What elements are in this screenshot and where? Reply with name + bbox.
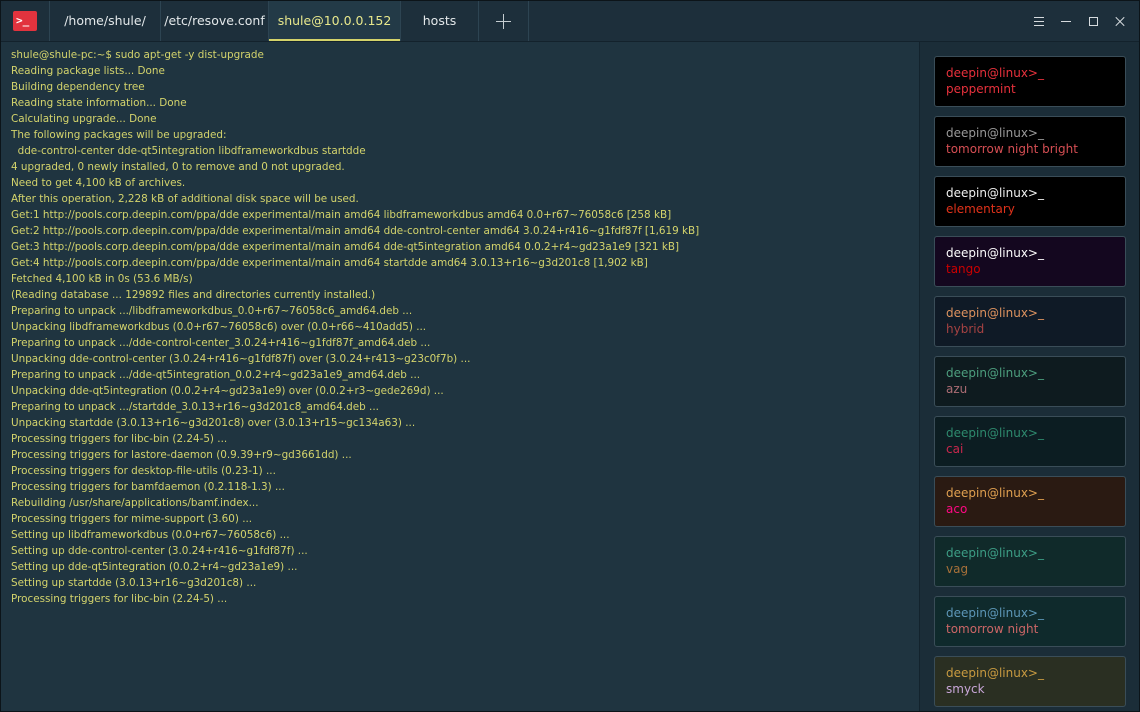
terminal-line: Setting up startdde (3.0.13+r16~g3d201c8…: [11, 577, 257, 589]
theme-card-hybrid[interactable]: deepin@linux>_hybrid: [934, 296, 1126, 347]
terminal-line: dde-control-center dde-qt5integration li…: [11, 145, 366, 157]
terminal-line: Get:4 http://pools.corp.deepin.com/ppa/d…: [11, 257, 648, 269]
terminal-line: Fetched 4,100 kB in 0s (53.6 MB/s): [11, 273, 193, 285]
terminal-line: Need to get 4,100 kB of archives.: [11, 177, 186, 189]
theme-card-tango[interactable]: deepin@linux>_tango: [934, 236, 1126, 287]
terminal-output[interactable]: shule@shule-pc:~$ sudo apt-get -y dist-u…: [1, 42, 919, 711]
terminal-line: Processing triggers for libc-bin (2.24-5…: [11, 593, 228, 605]
terminal-line: Unpacking libdframeworkdbus (0.0+r67~760…: [11, 321, 427, 333]
terminal-line: Preparing to unpack .../startdde_3.0.13+…: [11, 401, 379, 413]
terminal-line: Processing triggers for lastore-daemon (…: [11, 449, 352, 461]
terminal-window: >_ /home/shule/ /etc/resove.conf shule@1…: [0, 0, 1140, 712]
terminal-line: Rebuilding /usr/share/applications/bamf.…: [11, 497, 259, 509]
theme-card-smyck[interactable]: deepin@linux>_smyck: [934, 656, 1126, 707]
title-bar: >_ /home/shule/ /etc/resove.conf shule@1…: [1, 1, 1139, 42]
theme-card-cai[interactable]: deepin@linux>_cai: [934, 416, 1126, 467]
tab-home-shule[interactable]: /home/shule/: [49, 1, 161, 41]
terminal-line: Unpacking startdde (3.0.13+r16~g3d201c8)…: [11, 417, 416, 429]
theme-prompt-preview: deepin@linux>_: [946, 486, 1044, 500]
theme-prompt-preview: deepin@linux>_: [946, 306, 1044, 320]
theme-name: vag: [946, 562, 969, 576]
terminal-line: Preparing to unpack .../dde-control-cent…: [11, 337, 431, 349]
theme-name: cai: [946, 442, 964, 456]
theme-card-tomorrow-night-bright[interactable]: deepin@linux>_ tomorrow night bright: [934, 116, 1126, 167]
terminal-line: Processing triggers for libc-bin (2.24-5…: [11, 433, 228, 445]
terminal-line: Setting up libdframeworkdbus (0.0+r67~76…: [11, 529, 290, 541]
close-icon[interactable]: [1110, 11, 1130, 31]
theme-name: tomorrow night bright: [946, 142, 1078, 156]
theme-name: azu: [946, 382, 968, 396]
terminal-line: Preparing to unpack .../libdframeworkdbu…: [11, 305, 413, 317]
tab-hosts[interactable]: hosts: [401, 1, 479, 41]
theme-card-peppermint[interactable]: deepin@linux>_ peppermint: [934, 56, 1126, 107]
theme-prompt-preview: deepin@linux>_: [946, 126, 1044, 140]
terminal-line: (Reading database ... 129892 files and d…: [11, 289, 376, 301]
minimize-icon[interactable]: [1056, 11, 1076, 31]
theme-card-vag[interactable]: deepin@linux>_vag: [934, 536, 1126, 587]
theme-name: smyck: [946, 682, 985, 696]
theme-name: aco: [946, 502, 968, 516]
terminal-line: Reading state information... Done: [11, 97, 187, 109]
terminal-line: shule@shule-pc:~$ sudo apt-get -y dist-u…: [11, 49, 264, 61]
terminal-line: Preparing to unpack .../dde-qt5integrati…: [11, 369, 421, 381]
theme-prompt-preview: deepin@linux>_: [946, 606, 1044, 620]
terminal-line: Setting up dde-qt5integration (0.0.2+r4~…: [11, 561, 298, 573]
terminal-app-icon[interactable]: >_: [13, 11, 37, 31]
theme-name: hybrid: [946, 322, 985, 336]
theme-name: tango: [946, 262, 981, 276]
terminal-line: 4 upgraded, 0 newly installed, 0 to remo…: [11, 161, 345, 173]
theme-prompt-preview: deepin@linux>_: [946, 546, 1044, 560]
theme-prompt-preview: deepin@linux>_: [946, 426, 1044, 440]
terminal-line: Unpacking dde-control-center (3.0.24+r41…: [11, 353, 471, 365]
theme-card-tomorrow-night[interactable]: deepin@linux>_ tomorrow night: [934, 596, 1126, 647]
maximize-icon[interactable]: [1083, 11, 1103, 31]
terminal-line: The following packages will be upgraded:: [11, 129, 227, 141]
terminal-line: Processing triggers for mime-support (3.…: [11, 513, 253, 525]
terminal-line: Reading package lists... Done: [11, 65, 165, 77]
theme-prompt-preview: deepin@linux>_: [946, 186, 1044, 200]
terminal-line: Get:1 http://pools.corp.deepin.com/ppa/d…: [11, 209, 672, 221]
theme-prompt-preview: deepin@linux>_: [946, 366, 1044, 380]
terminal-line: Calculating upgrade... Done: [11, 113, 157, 125]
theme-card-aco[interactable]: deepin@linux>_aco: [934, 476, 1126, 527]
terminal-line: Processing triggers for bamfdaemon (0.2.…: [11, 481, 285, 493]
terminal-line: After this operation, 2,228 kB of additi…: [11, 193, 359, 205]
tab-ssh-shule-10-0-0-152[interactable]: shule@10.0.0.152: [269, 1, 401, 41]
theme-panel: deepin@linux>_ peppermint deepin@linux>_ to…: [919, 42, 1139, 711]
theme-prompt-preview: deepin@linux>_: [946, 666, 1044, 680]
add-tab-plus-icon[interactable]: [479, 1, 529, 41]
theme-name: tomorrow night: [946, 622, 1039, 636]
terminal-line: Get:2 http://pools.corp.deepin.com/ppa/d…: [11, 225, 700, 237]
terminal-line: Setting up dde-control-center (3.0.24+r4…: [11, 545, 308, 557]
terminal-line: Building dependency tree: [11, 81, 145, 93]
theme-prompt-preview: deepin@linux>_: [946, 66, 1044, 80]
theme-name: elementary: [946, 202, 1015, 216]
terminal-line: Processing triggers for desktop-file-uti…: [11, 465, 276, 477]
theme-name: peppermint: [946, 82, 1016, 96]
theme-card-elementary[interactable]: deepin@linux>_ elementary: [934, 176, 1126, 227]
menu-icon[interactable]: [1029, 11, 1049, 31]
terminal-line: Get:3 http://pools.corp.deepin.com/ppa/d…: [11, 241, 680, 253]
theme-card-azu[interactable]: deepin@linux>_azu: [934, 356, 1126, 407]
terminal-line: Unpacking dde-qt5integration (0.0.2+r4~g…: [11, 385, 444, 397]
tab-etc-resove-conf[interactable]: /etc/resove.conf: [161, 1, 269, 41]
theme-prompt-preview: deepin@linux>_: [946, 246, 1044, 260]
